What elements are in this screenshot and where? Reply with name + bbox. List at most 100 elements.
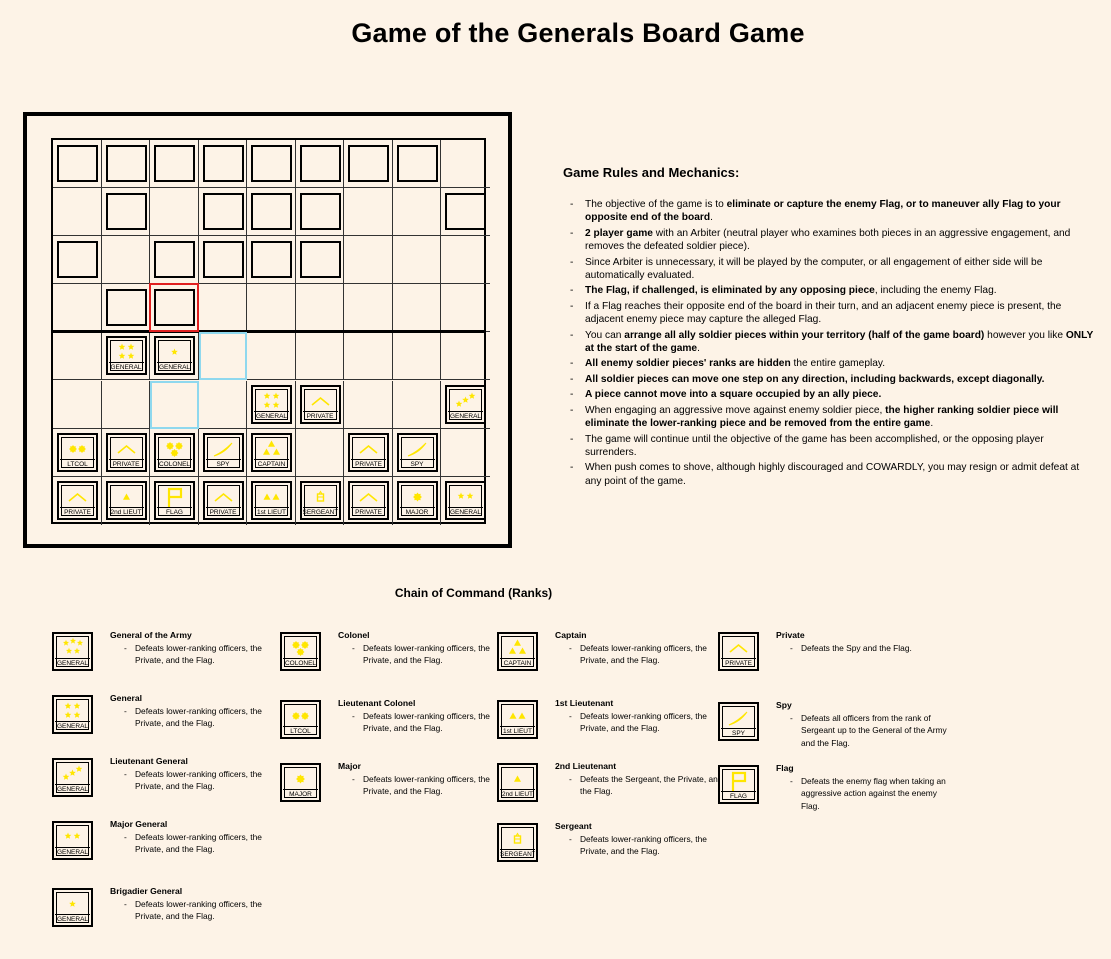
bullet-dash: - xyxy=(570,373,574,385)
enemy-hidden-piece[interactable] xyxy=(105,145,147,182)
ally-piece[interactable]: PRIVATE xyxy=(105,432,147,472)
bullet-dash: - xyxy=(569,774,572,784)
ally-piece[interactable]: PRIVATE xyxy=(299,384,341,424)
rank-name: Brigadier General xyxy=(110,886,183,896)
ally-piece[interactable]: 2nd LIEUT xyxy=(105,480,147,520)
rank-name: 1st Lieutenant xyxy=(555,698,614,708)
enemy-hidden-piece[interactable] xyxy=(202,193,244,231)
board-cell[interactable] xyxy=(441,284,490,333)
ally-piece[interactable]: SPY xyxy=(202,432,244,472)
rank-description-text: Defeats the Spy and the Flag. xyxy=(801,643,912,653)
ally-piece[interactable]: SERGEANT xyxy=(299,480,341,520)
board-cell[interactable] xyxy=(53,188,102,237)
ally-piece[interactable]: PRIVATE xyxy=(348,432,389,472)
board-cell[interactable] xyxy=(295,428,344,477)
ally-piece[interactable]: GENERAL xyxy=(105,336,147,376)
move-hint-cell[interactable] xyxy=(198,332,247,381)
rank-name: Flag xyxy=(776,763,794,773)
ally-piece[interactable]: GENERAL xyxy=(154,336,195,376)
board-cell[interactable] xyxy=(392,236,441,285)
board-cell[interactable] xyxy=(344,236,393,285)
enemy-hidden-piece[interactable] xyxy=(105,289,147,327)
board-cell[interactable] xyxy=(295,332,344,381)
rule-text: The game will continue until the objecti… xyxy=(585,433,1044,458)
board-cell[interactable] xyxy=(198,284,247,333)
piece-rank-label: GENERAL xyxy=(55,658,90,667)
enemy-hidden-piece[interactable] xyxy=(57,241,98,279)
board-cell[interactable] xyxy=(53,380,102,429)
enemy-hidden-piece[interactable] xyxy=(299,145,341,182)
rank-entry: SPY Spy - Defeats all officers from the ran… xyxy=(718,700,958,760)
rank-description: - Defeats lower-ranking officers, the Pri… xyxy=(352,642,518,667)
board-cell[interactable] xyxy=(247,332,296,381)
board-cell[interactable] xyxy=(392,332,441,381)
enemy-hidden-piece[interactable] xyxy=(154,241,195,279)
ally-piece[interactable]: COLONEL xyxy=(154,432,195,472)
ally-piece[interactable]: CAPTAIN xyxy=(251,432,292,472)
rule-item: - If a Flag reaches their opposite end of… xyxy=(563,300,1098,327)
board-cell[interactable] xyxy=(344,380,393,429)
enemy-hidden-piece[interactable] xyxy=(299,193,341,231)
board-cell[interactable] xyxy=(441,236,490,285)
ally-piece[interactable]: GENERAL xyxy=(445,480,486,520)
two-stars-icon xyxy=(64,832,81,839)
board-cell[interactable] xyxy=(247,284,296,333)
rule-item: - Since Arbiter is unnecessary, it will b… xyxy=(563,256,1098,283)
enemy-hidden-piece[interactable] xyxy=(445,193,486,231)
chevron-icon xyxy=(213,492,233,502)
board-cell[interactable] xyxy=(295,284,344,333)
board-cell[interactable] xyxy=(344,332,393,381)
enemy-hidden-piece[interactable] xyxy=(154,289,195,327)
rank-name: Colonel xyxy=(338,630,370,640)
enemy-hidden-piece[interactable] xyxy=(299,241,341,279)
board-cell[interactable] xyxy=(198,380,247,429)
board-cell[interactable] xyxy=(344,188,393,237)
piece-rank-label: LTCOL xyxy=(60,458,95,469)
rank-description: - Defeats all officers from the rank of S… xyxy=(790,712,956,749)
enemy-hidden-piece[interactable] xyxy=(202,145,244,182)
ally-piece[interactable]: PRIVATE xyxy=(202,480,244,520)
enemy-hidden-piece[interactable] xyxy=(251,193,292,231)
board-cell[interactable] xyxy=(101,380,150,429)
enemy-hidden-piece[interactable] xyxy=(348,145,389,182)
ally-piece[interactable]: PRIVATE xyxy=(348,480,389,520)
enemy-hidden-piece[interactable] xyxy=(251,145,292,182)
ally-piece[interactable]: PRIVATE xyxy=(57,480,98,520)
board-cell[interactable] xyxy=(53,332,102,381)
piece-rank-label: GENERAL xyxy=(108,362,144,372)
three-suns-icon xyxy=(292,641,309,656)
board-cell[interactable] xyxy=(344,284,393,333)
board-cell[interactable] xyxy=(101,236,150,285)
board-cell[interactable] xyxy=(441,140,490,189)
enemy-hidden-piece[interactable] xyxy=(396,145,438,182)
piece-rank-label: GENERAL xyxy=(254,410,289,420)
rule-emphasis: 2 player game xyxy=(585,227,653,239)
ally-piece[interactable]: GENERAL xyxy=(445,384,486,424)
ally-piece[interactable]: LTCOL xyxy=(57,432,98,472)
ally-piece[interactable]: FLAG xyxy=(154,480,195,520)
board-cell[interactable] xyxy=(392,188,441,237)
board-cell[interactable] xyxy=(150,188,199,237)
enemy-hidden-piece[interactable] xyxy=(105,193,147,231)
rank-piece: SERGEANT xyxy=(497,823,538,862)
piece-rank-label: COLONEL xyxy=(157,458,192,468)
board-cell[interactable] xyxy=(53,284,102,333)
enemy-hidden-piece[interactable] xyxy=(251,241,292,279)
board-cell[interactable] xyxy=(441,429,490,477)
board-cell[interactable] xyxy=(392,284,441,333)
enemy-hidden-piece[interactable] xyxy=(154,145,195,182)
ally-piece[interactable]: GENERAL xyxy=(251,384,292,424)
piece-rank-label: GENERAL xyxy=(55,721,90,730)
rank-entry: GENERAL Brigadier General - Defeats lower-r… xyxy=(52,886,292,946)
rank-entry: COLONEL Colonel - Defeats lower-ranking off… xyxy=(280,630,520,690)
enemy-hidden-piece[interactable] xyxy=(57,145,98,182)
move-hint-cell[interactable] xyxy=(150,380,199,429)
ally-piece[interactable]: 1st LIEUT xyxy=(251,480,292,520)
board-cell[interactable] xyxy=(392,380,441,429)
rank-entry: 1st LIEUT 1st Lieutenant - Defeats lower-ra… xyxy=(497,698,737,758)
ally-piece[interactable]: MAJOR xyxy=(396,480,438,520)
piece-rank-label: 2nd LIEUT xyxy=(108,506,144,516)
board-cell[interactable] xyxy=(441,332,490,381)
ally-piece[interactable]: SPY xyxy=(396,432,438,472)
enemy-hidden-piece[interactable] xyxy=(202,241,244,279)
